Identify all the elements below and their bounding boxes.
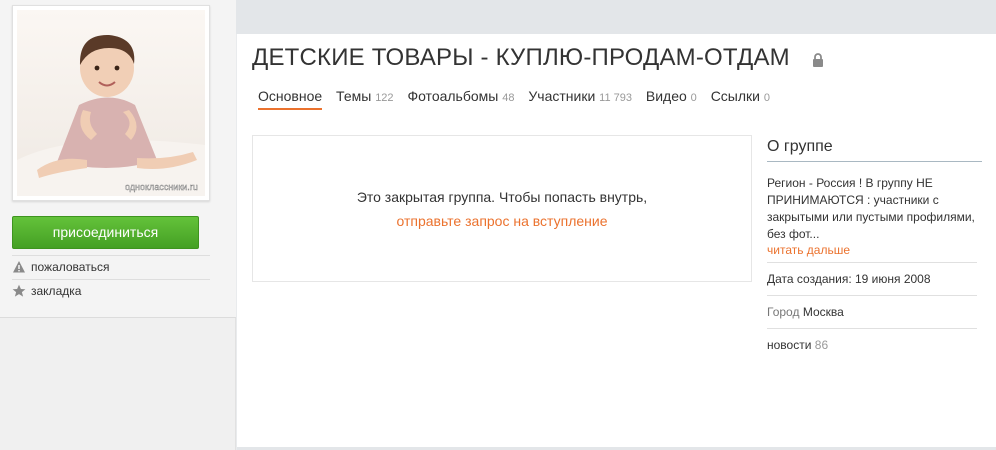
tab-photo-albums[interactable]: Фотоальбомы 48 xyxy=(407,88,514,108)
tab-count: 0 xyxy=(763,92,770,104)
warning-icon xyxy=(13,260,25,273)
group-tabs: Основное Темы 122 Фотоальбомы 48 Участни… xyxy=(258,88,780,110)
star-icon xyxy=(12,284,26,297)
group-title: ДЕТСКИЕ ТОВАРЫ - КУПЛЮ-ПРОДАМ-ОТДАМ xyxy=(252,44,790,71)
city-value: Москва xyxy=(802,305,844,319)
bookmark-link[interactable]: закладка xyxy=(12,279,210,303)
bookmark-label: закладка xyxy=(31,284,82,298)
left-column: одноклассники.ru присоединиться пожалова… xyxy=(0,0,236,450)
tab-label: Ссылки xyxy=(710,88,760,104)
closed-group-notice: Это закрытая группа. Чтобы попасть внутр… xyxy=(252,135,752,282)
creation-date: Дата создания: 19 июня 2008 xyxy=(767,262,977,295)
tab-main[interactable]: Основное xyxy=(258,88,323,110)
avatar-photo: одноклассники.ru xyxy=(17,10,205,196)
closed-group-message: Это закрытая группа. Чтобы попасть внутр… xyxy=(356,189,648,205)
tab-count: 122 xyxy=(375,92,394,104)
group-avatar[interactable]: одноклассники.ru xyxy=(12,5,210,201)
group-city: Город Москва xyxy=(767,295,977,328)
tab-label: Фотоальбомы xyxy=(407,88,499,104)
svg-text:одноклассники.ru: одноклассники.ru xyxy=(125,182,198,192)
tab-label: Видео xyxy=(645,88,687,104)
creation-date-text: Дата создания: 19 июня 2008 xyxy=(767,272,931,286)
complain-label: пожаловаться xyxy=(31,260,110,274)
about-group-panel: О группе Регион - Россия ! В группу НЕ П… xyxy=(767,138,982,361)
group-card: одноклассники.ru присоединиться пожалова… xyxy=(0,0,236,318)
main-content: ДЕТСКИЕ ТОВАРЫ - КУПЛЮ-ПРОДАМ-ОТДАМ Осно… xyxy=(237,34,996,447)
news-label: новости xyxy=(767,338,812,352)
lock-icon xyxy=(813,53,823,67)
tab-video[interactable]: Видео 0 xyxy=(646,88,697,108)
join-button[interactable]: присоединиться xyxy=(12,216,199,249)
tab-label: Темы xyxy=(336,88,372,104)
tab-label: Участники xyxy=(528,88,596,104)
tab-label: Основное xyxy=(258,88,323,104)
tab-count: 11 793 xyxy=(599,92,632,104)
read-more-link[interactable]: читать дальше xyxy=(767,243,982,262)
about-heading: О группе xyxy=(767,138,982,162)
city-label: Город xyxy=(767,305,800,319)
complain-link[interactable]: пожаловаться xyxy=(12,255,210,279)
tab-members[interactable]: Участники 11 793 xyxy=(528,88,632,108)
news-link[interactable]: новости 86 xyxy=(767,328,977,361)
tab-links[interactable]: Ссылки 0 xyxy=(711,88,770,108)
tab-count: 48 xyxy=(502,92,515,104)
tab-topics[interactable]: Темы 122 xyxy=(336,88,394,108)
news-count: 86 xyxy=(814,338,829,352)
group-description: Регион - Россия ! В группу НЕ ПРИНИМАЮТС… xyxy=(767,176,975,241)
join-request-link[interactable]: отправьте запрос на вступление xyxy=(253,213,751,229)
tab-count: 0 xyxy=(690,92,697,104)
